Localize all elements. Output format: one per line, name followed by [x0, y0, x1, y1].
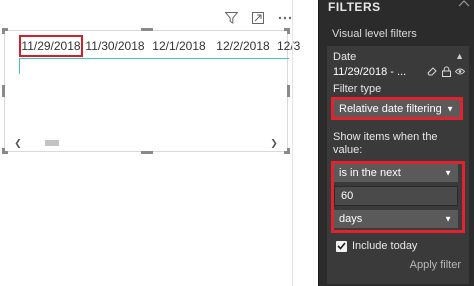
chevron-down-icon: ▼: [444, 214, 452, 224]
condition-dropdown[interactable]: is in the next ▼: [334, 164, 458, 182]
eraser-icon[interactable]: [427, 65, 437, 77]
filter-card-actions: [427, 65, 465, 77]
slicer-visual[interactable]: 11/29/2018 11/30/2018 12/1/2018 12/2/201…: [2, 28, 300, 154]
unit-dropdown[interactable]: days ▼: [334, 210, 458, 228]
scroll-left-icon[interactable]: ❮: [13, 138, 23, 148]
date-cell[interactable]: 11/29/2018: [19, 35, 83, 57]
filter-summary: 11/29/2018 - ...: [333, 66, 407, 78]
date-cell[interactable]: 12/3: [275, 35, 301, 57]
report-canvas: 11/29/2018 11/30/2018 12/1/2018 12/2/201…: [0, 0, 318, 286]
scroll-thumb[interactable]: [45, 140, 59, 146]
row-marker: [19, 58, 20, 74]
resize-handle-bottom-left[interactable]: [2, 148, 8, 154]
horizontal-scrollbar[interactable]: ❮ ❯: [13, 138, 279, 148]
focus-mode-icon[interactable]: [249, 9, 267, 27]
unit-value: days: [339, 213, 363, 225]
chevron-down-icon: ▼: [444, 168, 452, 178]
resize-handle-top-left[interactable]: [2, 28, 8, 34]
date-header-row: 11/29/2018 11/30/2018 12/1/2018 12/2/201…: [19, 35, 301, 57]
apply-filter-button[interactable]: Apply filter: [410, 259, 461, 271]
resize-handle-right[interactable]: [287, 85, 290, 97]
filter-field-name[interactable]: Date: [333, 51, 356, 63]
visual-header: [222, 9, 294, 27]
filter-type-dropdown[interactable]: Relative date filtering ▼: [334, 100, 460, 117]
lock-icon[interactable]: [441, 65, 451, 77]
header-underline: [19, 58, 289, 59]
resize-handle-left[interactable]: [2, 85, 5, 97]
chevron-up-icon[interactable]: ▲: [455, 51, 464, 61]
resize-handle-top[interactable]: [141, 28, 153, 31]
include-today-label: Include today: [352, 240, 418, 252]
filter-card: Date ▲ 11/29/2018 - ... Filter type Rela…: [327, 46, 469, 284]
filter-icon[interactable]: [222, 9, 240, 27]
scroll-right-icon[interactable]: ❯: [269, 138, 279, 148]
show-items-label: Show items when the value:: [333, 131, 438, 156]
section-label: Visual level filters: [332, 28, 417, 40]
filter-type-label: Filter type: [333, 83, 382, 95]
date-cell[interactable]: 11/30/2018: [83, 35, 147, 57]
powerbi-report: 11/29/2018 11/30/2018 12/1/2018 12/2/201…: [0, 0, 474, 286]
include-today-row: Include today: [336, 240, 417, 252]
canvas-divider: [292, 0, 293, 286]
checkmark-icon: [337, 242, 346, 250]
date-cell[interactable]: 12/1/2018: [147, 35, 211, 57]
filters-pane: FILTERS Visual level filters Date ▲ 11/2…: [318, 0, 474, 286]
chevron-down-icon: ▼: [446, 104, 454, 113]
scroll-track[interactable]: [23, 140, 269, 146]
resize-handle-bottom[interactable]: [141, 151, 153, 154]
resize-handle-top-right[interactable]: [284, 28, 290, 34]
amount-input[interactable]: 60: [334, 186, 458, 206]
collapse-pane-icon[interactable]: [458, 0, 470, 9]
pane-title: FILTERS: [328, 0, 381, 14]
include-today-checkbox[interactable]: [336, 240, 347, 252]
condition-value: is in the next: [339, 167, 401, 179]
date-cell[interactable]: 12/2/2018: [211, 35, 275, 57]
resize-handle-bottom-right[interactable]: [284, 148, 290, 154]
filter-type-value: Relative date filtering: [339, 102, 442, 115]
eye-icon[interactable]: [455, 65, 465, 77]
